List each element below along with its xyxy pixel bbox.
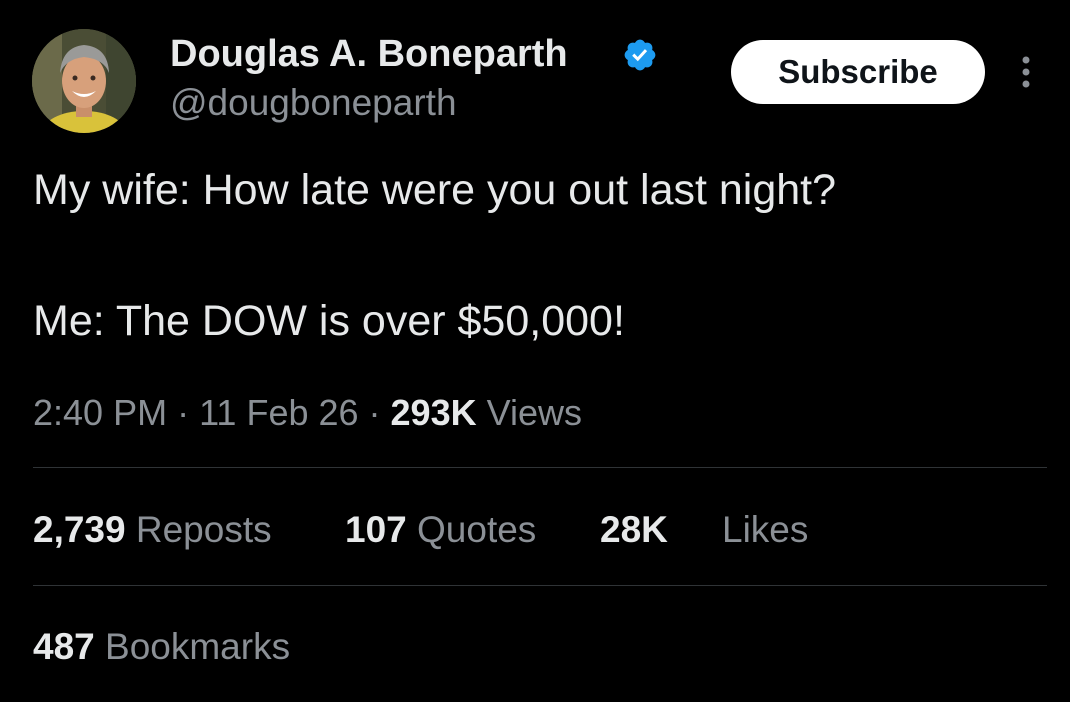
avatar[interactable] bbox=[32, 29, 136, 133]
subscribe-button[interactable]: Subscribe bbox=[731, 40, 985, 104]
reposts-count: 2,739 bbox=[33, 509, 126, 550]
tweet-meta: 2:40 PM · 11 Feb 26 · 293K Views bbox=[33, 390, 582, 436]
tweet-text-line-2: Me: The DOW is over $50,000! bbox=[33, 297, 625, 345]
reposts-label: Reposts bbox=[125, 509, 272, 550]
verified-badge-icon bbox=[624, 39, 656, 71]
more-vertical-icon[interactable] bbox=[1012, 52, 1040, 92]
meta-separator: · bbox=[167, 392, 200, 433]
views-label: Views bbox=[476, 392, 582, 433]
author-handle[interactable]: @dougboneparth bbox=[170, 80, 457, 126]
divider bbox=[33, 467, 1047, 468]
bookmarks-label: Bookmarks bbox=[94, 626, 291, 667]
likes-count: 28K bbox=[600, 509, 668, 550]
quotes-label: Quotes bbox=[406, 509, 537, 550]
author-display-name[interactable]: Douglas A. Boneparth bbox=[170, 30, 568, 78]
reposts-stat[interactable]: 2,739 Reposts bbox=[33, 507, 272, 553]
likes-label-container[interactable]: Likes bbox=[722, 507, 808, 553]
quotes-count: 107 bbox=[345, 509, 407, 550]
likes-stat[interactable]: 28K bbox=[600, 507, 668, 553]
views-count: 293K bbox=[390, 392, 477, 433]
quotes-stat[interactable]: 107 Quotes bbox=[345, 507, 536, 553]
tweet-date[interactable]: 11 Feb 26 bbox=[199, 392, 358, 433]
divider bbox=[33, 585, 1047, 586]
bookmarks-count: 487 bbox=[33, 626, 95, 667]
likes-label: Likes bbox=[722, 509, 809, 550]
bookmarks-stat[interactable]: 487 Bookmarks bbox=[33, 624, 290, 670]
profile-photo bbox=[32, 29, 136, 133]
tweet-time[interactable]: 2:40 PM bbox=[33, 392, 167, 433]
tweet-text-line-1: My wife: How late were you out last nigh… bbox=[33, 166, 837, 214]
meta-separator: · bbox=[358, 392, 391, 433]
